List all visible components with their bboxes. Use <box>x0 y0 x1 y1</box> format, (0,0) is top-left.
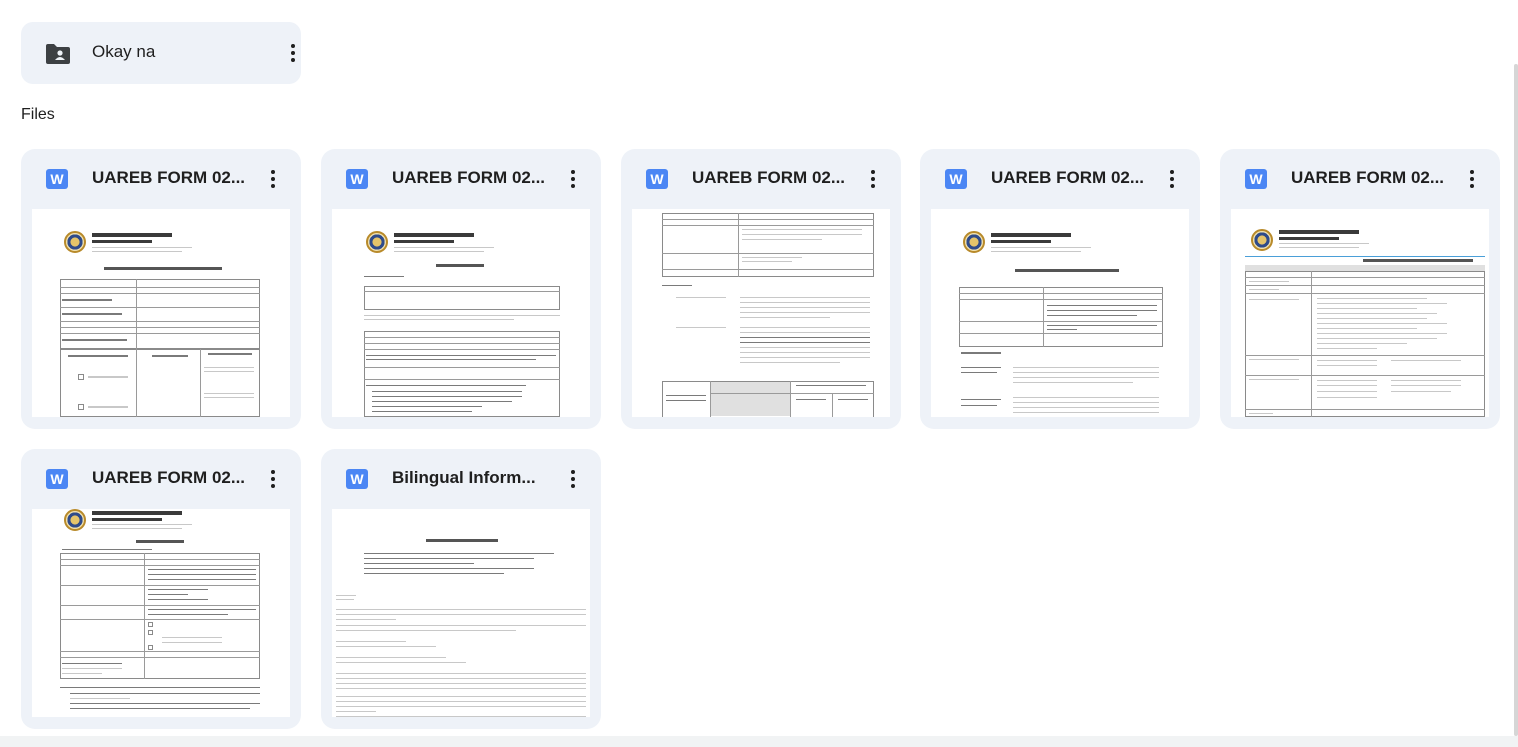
file-name: UAREB FORM 02... <box>92 468 246 487</box>
file-thumbnail[interactable] <box>332 509 590 717</box>
folder-card-okay-na[interactable]: Okay na <box>21 22 301 84</box>
file-more-options-icon[interactable] <box>1460 167 1484 191</box>
file-more-options-icon[interactable] <box>261 167 285 191</box>
vertical-scrollbar[interactable] <box>1514 64 1518 736</box>
file-name: UAREB FORM 02... <box>392 168 546 187</box>
file-thumbnail[interactable] <box>632 209 890 417</box>
file-name: UAREB FORM 02... <box>92 168 246 187</box>
file-card[interactable]: W UAREB FORM 02... <box>621 149 901 429</box>
file-card[interactable]: W UAREB FORM 02... <box>1220 149 1500 429</box>
bottom-bar <box>0 736 1518 747</box>
file-more-options-icon[interactable] <box>561 467 585 491</box>
file-more-options-icon[interactable] <box>561 167 585 191</box>
word-doc-icon: W <box>646 169 668 189</box>
file-name: Bilingual Inform... <box>392 468 536 487</box>
file-name: UAREB FORM 02... <box>991 168 1145 187</box>
file-more-options-icon[interactable] <box>261 467 285 491</box>
folder-more-options-icon[interactable] <box>281 41 305 65</box>
word-doc-icon: W <box>945 169 967 189</box>
file-card[interactable]: W UAREB FORM 02... <box>21 449 301 729</box>
file-thumbnail[interactable] <box>32 509 290 717</box>
file-name: UAREB FORM 02... <box>692 168 846 187</box>
word-doc-icon: W <box>346 469 368 489</box>
file-thumbnail[interactable] <box>32 209 290 417</box>
shared-folder-icon <box>46 44 70 64</box>
file-card[interactable]: W UAREB FORM 02... <box>21 149 301 429</box>
files-section-title: Files <box>21 106 55 123</box>
file-thumbnail[interactable] <box>1231 209 1489 417</box>
file-card[interactable]: W Bilingual Inform... <box>321 449 601 729</box>
word-doc-icon: W <box>346 169 368 189</box>
file-thumbnail[interactable] <box>931 209 1189 417</box>
file-card[interactable]: W UAREB FORM 02... <box>920 149 1200 429</box>
word-doc-icon: W <box>46 469 68 489</box>
file-card[interactable]: W UAREB FORM 02... <box>321 149 601 429</box>
word-doc-icon: W <box>46 169 68 189</box>
file-thumbnail[interactable] <box>332 209 590 417</box>
file-name: UAREB FORM 02... <box>1291 168 1445 187</box>
word-doc-icon: W <box>1245 169 1267 189</box>
folder-name: Okay na <box>92 42 156 61</box>
file-more-options-icon[interactable] <box>1160 167 1184 191</box>
file-more-options-icon[interactable] <box>861 167 885 191</box>
